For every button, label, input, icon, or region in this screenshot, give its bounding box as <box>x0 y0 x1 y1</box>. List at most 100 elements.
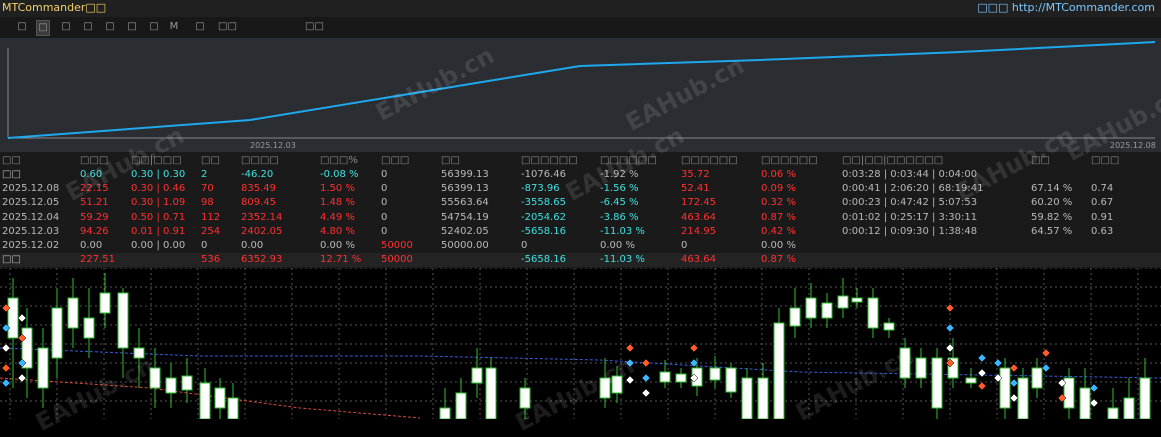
candle-body <box>837 295 849 309</box>
stats-cell: -2054.62 <box>521 211 566 223</box>
stats-cell: 4.49 % <box>320 211 355 223</box>
stats-cell: 0.63 <box>1091 225 1114 237</box>
stats-cell: 0.30 | 0.30 <box>131 169 186 180</box>
stats-cell: 12.71 % <box>320 254 362 265</box>
toolbar-button[interactable]: □ <box>194 20 206 34</box>
toolbar-button[interactable]: □ <box>36 20 50 36</box>
candle-body <box>1031 367 1043 389</box>
stats-cell: □□□□□□ <box>521 155 578 166</box>
stats-cell: 2025.12.05 <box>2 197 60 209</box>
candle-body <box>1123 397 1135 420</box>
toolbar-button[interactable]: □ <box>148 20 160 34</box>
stats-cell: 0:00:23 | 0:47:42 | 5:07:53 <box>842 197 978 209</box>
candle-body <box>1017 377 1029 420</box>
stats-cell: 1.48 % <box>320 197 355 209</box>
stats-cell: 98 <box>201 197 214 209</box>
toolbar-button[interactable]: □ <box>60 20 72 34</box>
candle-body <box>519 387 531 409</box>
stats-cell: 2025.12.03 <box>2 225 60 237</box>
stats-cell: 59.29 <box>80 211 109 223</box>
candle-body <box>821 302 833 319</box>
stats-cell: □□ <box>1031 155 1050 166</box>
candle-body <box>899 347 911 379</box>
stats-cell: 51.21 <box>80 197 109 209</box>
candle-body <box>931 357 943 409</box>
toolbar-button[interactable]: M <box>168 20 180 34</box>
stats-cell: 2025.12.02 <box>2 240 60 251</box>
candle-body <box>227 397 239 420</box>
stats-cell: -3.86 % <box>600 211 639 223</box>
candle-body <box>439 407 451 420</box>
toolbar-button[interactable]: □ <box>16 20 28 34</box>
stats-cell: 1.50 % <box>320 183 355 195</box>
stats-cell: □□□□□□ <box>761 155 818 166</box>
candle-body <box>485 367 497 420</box>
stats-cell: 52.41 <box>681 183 710 195</box>
trade-marker <box>641 388 651 398</box>
toolbar-button[interactable]: □□ <box>305 20 324 34</box>
stats-cell: 463.64 <box>681 254 716 265</box>
candle-body <box>99 292 111 314</box>
candle-body <box>67 297 79 329</box>
trade-marker <box>945 303 955 313</box>
trade-marker <box>977 381 987 391</box>
candle-body <box>1079 387 1091 420</box>
stats-cell: -1.92 % <box>600 169 639 180</box>
stats-cell: 56399.13 <box>441 169 489 180</box>
stats-cell: 0:01:02 | 0:25:17 | 3:30:11 <box>842 211 978 223</box>
stats-cell: -5658.16 <box>521 225 566 237</box>
stats-cell: 0.30 | 0.46 <box>131 183 186 195</box>
price-chart <box>0 267 1161 420</box>
stats-cell: 0 <box>681 240 688 251</box>
candle-body <box>789 307 801 327</box>
stats-cell: 254 <box>201 225 221 237</box>
stats-cell: 70 <box>201 183 214 195</box>
stats-cell: -11.03 % <box>600 254 645 265</box>
candle-body <box>999 367 1011 409</box>
stats-cell: -1.56 % <box>600 183 639 195</box>
candle-body <box>214 387 226 409</box>
toolbar-button[interactable]: □□ <box>218 20 237 34</box>
stats-cell: 50000 <box>381 240 413 251</box>
trade-marker <box>977 368 987 378</box>
toolbar-button[interactable]: □ <box>104 20 116 34</box>
stats-cell: □□ <box>2 169 21 180</box>
stats-cell: 0.91 <box>1091 211 1114 223</box>
stats-row: 2025.12.04 59.29 0.50 | 0.71 112 2352.14 4.49… <box>0 211 1161 225</box>
candle-body <box>675 373 687 383</box>
stats-cell: 0.01 | 0.91 <box>131 225 186 237</box>
stats-cell: 0.60 <box>80 169 103 180</box>
stats-cell: □□|□□□ <box>131 155 182 166</box>
toolbar-button[interactable]: □ <box>82 20 94 34</box>
trade-marker <box>1041 363 1051 373</box>
equity-x-start-label: 2025.12.03 <box>250 141 296 150</box>
stats-cell: 6352.93 <box>241 254 283 265</box>
toolbar-button[interactable]: □ <box>126 20 138 34</box>
candle-body <box>181 375 193 391</box>
stats-cell: 0 <box>381 211 388 223</box>
stats-cell: □□ <box>2 254 21 265</box>
candle-body <box>757 377 769 420</box>
candle-body <box>851 297 863 303</box>
stats-row: 2025.12.05 51.21 0.30 | 1.09 98 809.45 1.48 %… <box>0 196 1161 210</box>
stats-cell: -1076.46 <box>521 169 566 180</box>
trade-marker <box>1041 348 1051 358</box>
site-link[interactable]: □□□ http://MTCommander.com <box>977 0 1155 15</box>
stats-cell: 0.00 <box>241 240 264 251</box>
stats-cell: □□□% <box>320 155 358 166</box>
trade-marker <box>1009 378 1019 388</box>
stats-cell: -3558.65 <box>521 197 566 209</box>
stats-cell: 0 <box>381 197 388 209</box>
candle-body <box>659 371 671 383</box>
stats-cell: □□□□□□ <box>681 155 738 166</box>
stats-cell: 214.95 <box>681 225 716 237</box>
stats-cell: 55563.64 <box>441 197 489 209</box>
trade-marker <box>945 323 955 333</box>
candle-body <box>471 367 483 384</box>
candle-body <box>455 392 467 420</box>
stats-cell: 35.72 <box>681 169 710 180</box>
trade-marker <box>1009 363 1019 373</box>
stats-cell: 52402.05 <box>441 225 489 237</box>
stats-cell: 0.42 % <box>761 225 796 237</box>
trade-marker <box>17 313 27 323</box>
